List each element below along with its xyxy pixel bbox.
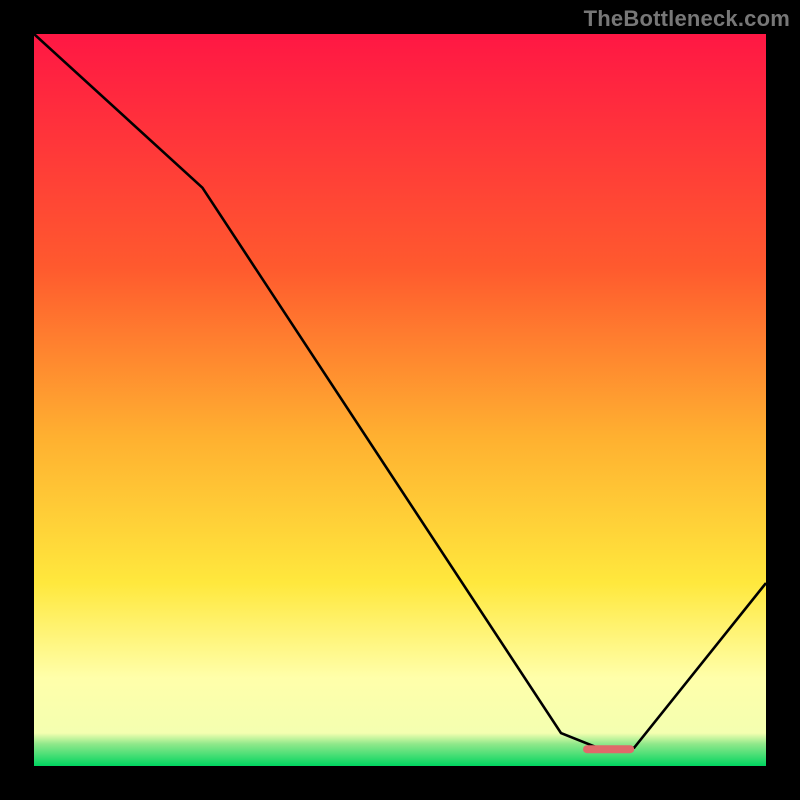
watermark-text: TheBottleneck.com: [584, 6, 790, 32]
optimal-marker: [583, 745, 634, 753]
chart-stage: TheBottleneck.com: [0, 0, 800, 800]
chart-svg: [34, 34, 766, 766]
plot-area: [34, 34, 766, 766]
gradient-fill: [34, 34, 766, 766]
